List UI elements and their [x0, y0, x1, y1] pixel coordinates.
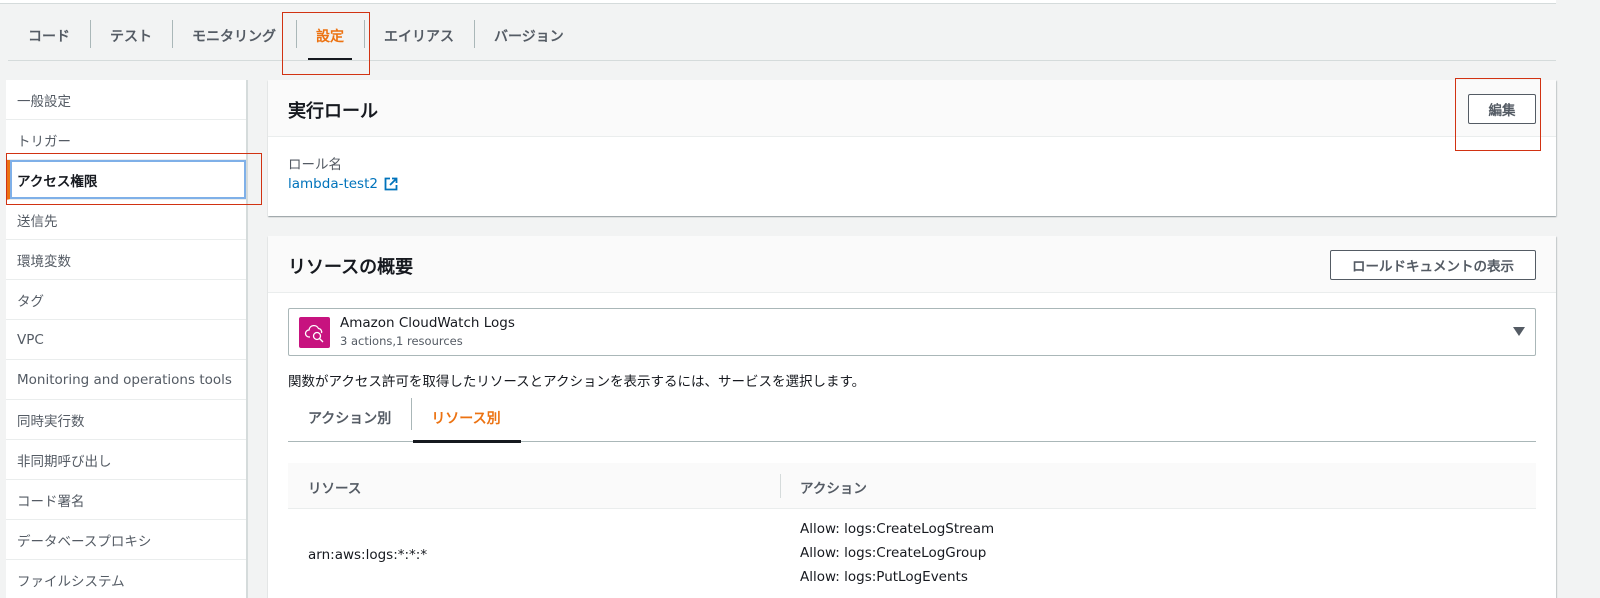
tab-by-resource[interactable]: リソース別 [411, 394, 521, 443]
column-header-action: アクション [800, 481, 867, 497]
role-name-link[interactable]: lambda-test2 [288, 176, 398, 192]
tab-test[interactable]: テスト [90, 12, 172, 60]
column-divider [780, 474, 781, 498]
role-name-text: lambda-test2 [288, 176, 378, 192]
tab-by-action[interactable]: アクション別 [288, 394, 411, 441]
service-selector[interactable]: Amazon CloudWatch Logs 3 actions,1 resou… [288, 308, 1536, 356]
tab-versions[interactable]: バージョン [474, 12, 584, 60]
execution-role-panel: 実行ロール 編集 ロール名 lambda-test2 [268, 80, 1556, 216]
sidebar-item-permissions[interactable]: アクセス権限 [6, 160, 246, 200]
table-row: arn:aws:logs:*:*:* Allow: logs:CreateLog… [288, 509, 1536, 598]
sidebar-item-vpc[interactable]: VPC [6, 320, 246, 360]
tab-aliases[interactable]: エイリアス [364, 12, 474, 60]
tab-configuration[interactable]: 設定 [296, 12, 364, 61]
sidebar-item-file-systems[interactable]: ファイルシステム [6, 560, 246, 598]
resource-subtabs: アクション別 リソース別 [288, 394, 1536, 443]
action-item: Allow: logs:CreateLogStream [800, 521, 995, 537]
resource-table: リソース アクション arn:aws:logs:*:*:* Allow: log… [288, 463, 1536, 598]
tab-code[interactable]: コード [8, 12, 90, 60]
view-role-document-button[interactable]: ロールドキュメントの表示 [1330, 250, 1536, 280]
execution-role-title: 実行ロール [288, 101, 378, 122]
resource-summary-panel: リソースの概要 ロールドキュメントの表示 Amazon CloudWatch L… [268, 236, 1556, 598]
service-name: Amazon CloudWatch Logs [340, 315, 515, 331]
sidebar-item-concurrency[interactable]: 同時実行数 [6, 400, 246, 440]
table-header: リソース アクション [288, 463, 1536, 509]
service-summary: 3 actions,1 resources [340, 334, 463, 348]
tabs-divider [8, 60, 1556, 61]
sidebar-item-destinations[interactable]: 送信先 [6, 200, 246, 240]
tab-monitoring[interactable]: モニタリング [172, 12, 296, 60]
action-item: Allow: logs:CreateLogGroup [800, 545, 987, 561]
resource-summary-title: リソースの概要 [288, 257, 414, 278]
sidebar-item-async-invocation[interactable]: 非同期呼び出し [6, 440, 246, 480]
sidebar-item-general[interactable]: 一般設定 [6, 80, 246, 120]
action-list: Allow: logs:CreateLogStream Allow: logs:… [800, 521, 994, 593]
sidebar-item-code-signing[interactable]: コード署名 [6, 480, 246, 520]
resource-description: 関数がアクセス許可を取得したリソースとアクションを表示するには、サービスを選択し… [288, 374, 866, 390]
sidebar-item-triggers[interactable]: トリガー [6, 120, 246, 160]
column-header-resource: リソース [308, 481, 362, 497]
resource-arn: arn:aws:logs:*:*:* [308, 547, 428, 563]
execution-role-header: 実行ロール 編集 [268, 80, 1556, 137]
resource-summary-header: リソースの概要 ロールドキュメントの表示 [268, 236, 1556, 293]
function-tabs: コード テスト モニタリング 設定 エイリアス バージョン [8, 12, 584, 61]
role-name-label: ロール名 [288, 157, 342, 173]
sidebar-item-environment-variables[interactable]: 環境変数 [6, 240, 246, 280]
edit-button[interactable]: 編集 [1468, 94, 1536, 124]
sidebar-item-database-proxies[interactable]: データベースプロキシ [6, 520, 246, 560]
top-strip [0, 0, 1556, 4]
config-sidebar: 一般設定 トリガー アクセス権限 送信先 環境変数 タグ VPC Monitor… [6, 80, 248, 598]
external-link-icon [384, 177, 398, 191]
action-item: Allow: logs:PutLogEvents [800, 569, 968, 585]
caret-down-icon [1513, 327, 1525, 336]
sidebar-item-tags[interactable]: タグ [6, 280, 246, 320]
sidebar-item-monitoring-tools[interactable]: Monitoring and operations tools [6, 360, 246, 400]
cloudwatch-logs-icon [299, 317, 330, 348]
